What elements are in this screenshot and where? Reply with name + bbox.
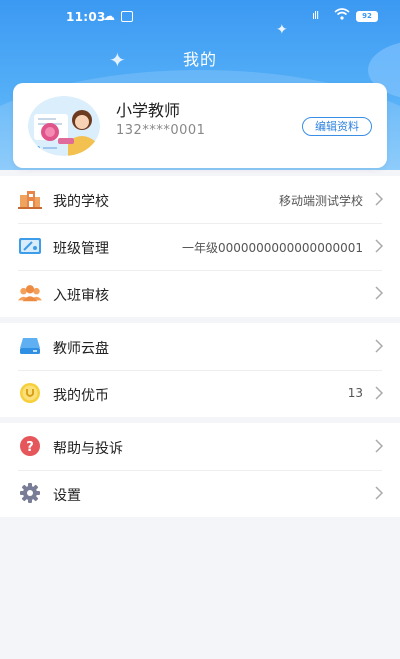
wifi-icon bbox=[334, 7, 350, 25]
cloud-drive-icon bbox=[18, 336, 42, 356]
menu-item-cloud-drive[interactable]: 教师云盘 bbox=[0, 323, 400, 370]
menu-group-2: 教师云盘 我的优币 13 bbox=[0, 323, 400, 417]
chevron-right-icon bbox=[372, 190, 386, 208]
menu-label: 帮助与投诉 bbox=[53, 441, 123, 457]
people-icon bbox=[18, 283, 42, 303]
coin-count: 13 bbox=[347, 386, 363, 400]
coin-icon bbox=[18, 383, 42, 403]
menu-label: 入班审核 bbox=[53, 288, 109, 304]
menu-label: 设置 bbox=[53, 488, 81, 504]
class-manage-icon bbox=[18, 236, 42, 256]
chevron-right-icon bbox=[372, 284, 386, 302]
school-icon bbox=[18, 189, 42, 209]
menu-item-settings[interactable]: 设置 bbox=[0, 470, 400, 517]
chevron-right-icon bbox=[372, 237, 386, 255]
menu-group-1: 我的学校 移动端测试学校 班级管理 一年级0000000000000000001 bbox=[0, 176, 400, 317]
notification-icon bbox=[121, 11, 133, 22]
menu-item-my-coins[interactable]: 我的优币 13 bbox=[0, 370, 400, 417]
chevron-right-icon bbox=[372, 384, 386, 402]
menu-item-class-management[interactable]: 班级管理 一年级0000000000000000001 bbox=[0, 223, 400, 270]
help-icon: ? bbox=[18, 436, 42, 456]
status-time: 11:03 bbox=[66, 10, 106, 24]
avatar[interactable] bbox=[28, 96, 100, 156]
profile-name: 小学教师 bbox=[116, 101, 181, 120]
chevron-right-icon bbox=[372, 484, 386, 502]
battery-icon: 92 bbox=[356, 11, 378, 22]
menu-item-class-review[interactable]: 入班审核 bbox=[0, 270, 400, 317]
edit-profile-button[interactable]: 编辑资料 bbox=[302, 117, 372, 136]
menu-label: 班级管理 bbox=[53, 241, 109, 257]
cloud-icon: ☁ bbox=[103, 9, 115, 23]
status-bar: 11:03 ☁ ıll 92 bbox=[0, 0, 400, 34]
chevron-right-icon bbox=[372, 437, 386, 455]
menu-label: 教师云盘 bbox=[53, 341, 109, 357]
page-title: 我的 bbox=[182, 50, 217, 69]
gear-icon bbox=[18, 483, 42, 503]
menu-value: 移动端测试学校 bbox=[278, 194, 363, 208]
profile-card[interactable]: 小学教师 132****0001 编辑资料 bbox=[13, 83, 387, 168]
signal-icon: ıll bbox=[312, 9, 319, 22]
menu-label: 我的学校 bbox=[53, 194, 109, 210]
menu-label: 我的优币 bbox=[53, 388, 109, 404]
menu-group-3: ? 帮助与投诉 设置 bbox=[0, 423, 400, 517]
svg-text:?: ? bbox=[26, 440, 34, 455]
menu-item-help[interactable]: ? 帮助与投诉 bbox=[0, 423, 400, 470]
menu-item-my-school[interactable]: 我的学校 移动端测试学校 bbox=[0, 176, 400, 223]
profile-phone: 132****0001 bbox=[116, 123, 206, 138]
chevron-right-icon bbox=[372, 337, 386, 355]
menu-value: 一年级0000000000000000001 bbox=[181, 241, 363, 255]
